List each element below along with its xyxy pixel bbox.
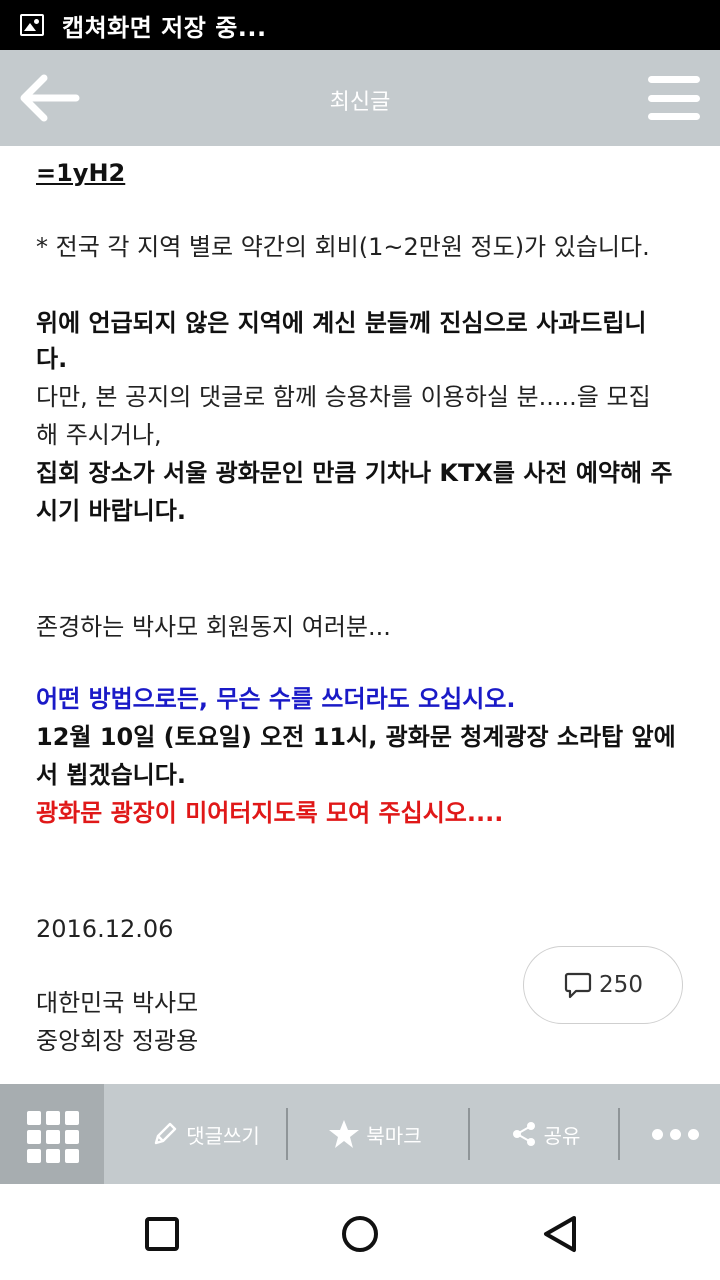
write-comment-button[interactable]: 댓글쓰기 bbox=[130, 1084, 280, 1184]
call-red: 광화문 광장이 미어터지도록 모여 주십시오.... bbox=[36, 799, 504, 827]
fee-note: * 전국 각 지역 별로 약간의 회비(1~2만원 정도)가 있습니다. bbox=[36, 233, 650, 261]
image-icon bbox=[20, 14, 44, 36]
carpool-line-2: 해 주시거나, bbox=[36, 421, 162, 449]
train-line-2: 시기 바랍니다. bbox=[36, 497, 186, 525]
share-label: 공유 bbox=[543, 1123, 581, 1148]
time-line-2: 서 뵙겠습니다. bbox=[36, 761, 186, 789]
back-triangle-icon[interactable] bbox=[540, 1214, 580, 1254]
hamburger-icon bbox=[648, 76, 700, 83]
call-blue: 어떤 방법으로든, 무슨 수를 쓰더라도 오십시오. bbox=[36, 685, 516, 713]
train-line-1: 집회 장소가 서울 광화문인 만큼 기차나 KTX를 사전 예약해 주 bbox=[36, 459, 673, 487]
greeting: 존경하는 박사모 회원동지 여러분... bbox=[36, 613, 391, 641]
bookmark-button[interactable]: 북마크 bbox=[300, 1084, 450, 1184]
apology-line-2: 다. bbox=[36, 345, 68, 373]
toolbar-divider bbox=[468, 1108, 470, 1160]
page-title: 최신글 bbox=[329, 90, 391, 115]
grid-icon bbox=[27, 1111, 41, 1125]
more-options-button[interactable] bbox=[640, 1084, 710, 1184]
toolbar-divider bbox=[286, 1108, 288, 1160]
home-icon[interactable] bbox=[340, 1214, 380, 1254]
bottom-toolbar: 댓글쓰기 북마크 공유 bbox=[0, 1084, 720, 1184]
status-text: 캡쳐화면 저장 중... bbox=[62, 13, 267, 42]
pencil-icon bbox=[154, 1122, 177, 1145]
star-icon bbox=[329, 1120, 360, 1148]
app-header: 최신글 bbox=[0, 50, 720, 146]
signer-name: 중앙회장 정광용 bbox=[36, 1027, 199, 1055]
code-line[interactable]: =1yH2 bbox=[36, 154, 696, 192]
toolbar-divider bbox=[618, 1108, 620, 1160]
recent-apps-icon[interactable] bbox=[142, 1214, 182, 1254]
time-line-1: 12월 10일 (토요일) 오전 11시, 광화문 청계광장 소라탑 앞에 bbox=[36, 723, 676, 751]
write-comment-label: 댓글쓰기 bbox=[186, 1123, 260, 1148]
status-bar: 캡쳐화면 저장 중... bbox=[0, 0, 720, 50]
apps-grid-button[interactable] bbox=[0, 1084, 104, 1184]
system-nav-bar bbox=[0, 1184, 720, 1280]
share-icon bbox=[512, 1122, 535, 1146]
comments-button[interactable]: 250 bbox=[523, 946, 683, 1024]
share-button[interactable]: 공유 bbox=[480, 1084, 610, 1184]
menu-button[interactable] bbox=[648, 76, 700, 120]
more-dots-icon bbox=[651, 1128, 663, 1140]
apology-line-1: 위에 언급되지 않은 지역에 계신 분들께 진심으로 사과드립니 bbox=[36, 309, 647, 337]
comment-bubble-icon bbox=[564, 972, 592, 999]
carpool-line-1: 다만, 본 공지의 댓글로 함께 승용차를 이용하실 분.....을 모집 bbox=[36, 383, 651, 411]
comment-count: 250 bbox=[599, 972, 643, 998]
post-date: 2016.12.06 bbox=[36, 915, 174, 943]
bookmark-label: 북마크 bbox=[366, 1123, 422, 1148]
